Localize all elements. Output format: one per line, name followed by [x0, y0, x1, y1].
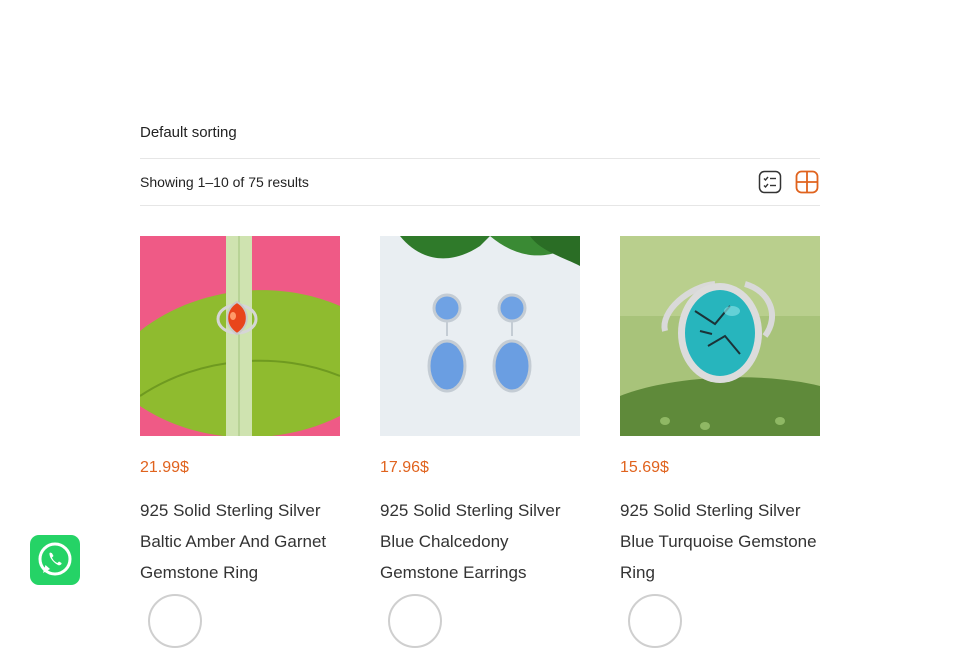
product-card: 15.69$ 925 Solid Sterling Silver Blue Tu…: [620, 236, 820, 648]
add-to-cart-button[interactable]: [148, 594, 202, 648]
product-image[interactable]: [140, 236, 340, 436]
product-title[interactable]: 925 Solid Sterling Silver Blue Turquoise…: [620, 495, 820, 588]
product-title[interactable]: 925 Solid Sterling Silver Blue Chalcedon…: [380, 495, 580, 588]
product-title[interactable]: 925 Solid Sterling Silver Baltic Amber A…: [140, 495, 340, 588]
product-image[interactable]: [620, 236, 820, 436]
product-card: 21.99$ 925 Solid Sterling Silver Baltic …: [140, 236, 340, 648]
list-view-button[interactable]: [758, 170, 782, 194]
list-icon: [758, 170, 782, 194]
add-to-cart-button[interactable]: [388, 594, 442, 648]
whatsapp-icon: [38, 542, 72, 576]
add-to-cart-button[interactable]: [628, 594, 682, 648]
product-price: 15.69$: [620, 459, 669, 476]
grid-icon: [795, 170, 819, 194]
product-price: 17.96$: [380, 459, 429, 476]
product-price: 21.99$: [140, 459, 189, 476]
grid-view-button[interactable]: [795, 170, 819, 194]
product-card: 17.96$ 925 Solid Sterling Silver Blue Ch…: [380, 236, 580, 648]
whatsapp-button[interactable]: [30, 535, 80, 585]
product-image[interactable]: [380, 236, 580, 436]
result-count: Showing 1–10 of 75 results: [140, 174, 309, 190]
sorting-dropdown[interactable]: Default sorting: [140, 124, 237, 141]
shop-toolbar: Showing 1–10 of 75 results: [140, 158, 820, 206]
